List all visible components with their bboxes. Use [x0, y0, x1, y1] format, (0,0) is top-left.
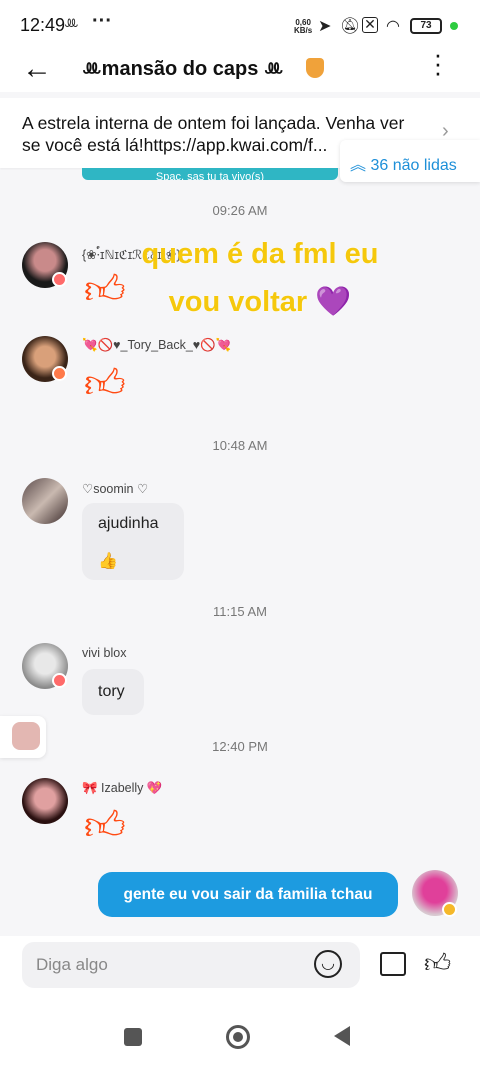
chat-header: ← ꔛmansão do caps ꔛ · · ·	[0, 41, 480, 92]
home-button[interactable]	[226, 1025, 250, 1049]
image-icon[interactable]	[380, 952, 406, 976]
thumbs-up-emoji: 👍	[98, 553, 118, 570]
message-bubble[interactable]: ajudinha 👍	[82, 503, 184, 580]
level-badge-icon	[52, 366, 67, 381]
avatar[interactable]	[22, 778, 68, 824]
status-time: 12:49	[20, 15, 66, 35]
message-bubble[interactable]: tory	[82, 669, 144, 715]
timestamp: 11:15 AM	[213, 604, 267, 619]
thumbs-up-icon: 👍︎	[84, 362, 126, 406]
double-chevron-up-icon: ︽	[350, 157, 367, 174]
kebab-icon[interactable]: · · ·	[428, 41, 448, 85]
battery-icon: 73	[410, 18, 442, 34]
app-notification-icon: ꔛ	[64, 15, 81, 32]
back-button[interactable]	[334, 1026, 350, 1046]
peek-card: Spac, sas tu ta vivo(s)	[82, 168, 338, 180]
level-badge-icon	[52, 272, 67, 287]
status-bar: 12:49 ꔛ ··· 0,60 KB/s ➤ 🔕︎ ✕ ◠ 73	[0, 0, 480, 50]
thumbs-up-outline-icon[interactable]: 👍︎	[424, 948, 451, 979]
timestamp: 10:48 AM	[212, 438, 268, 453]
recents-button[interactable]	[124, 1028, 142, 1046]
level-badge-icon	[442, 902, 457, 917]
shield-icon	[306, 58, 324, 78]
message-input[interactable]: Diga algo	[22, 942, 360, 988]
more-notifications-icon: ···	[92, 10, 112, 32]
unread-pill[interactable]: ︽ 36 não lidas	[340, 140, 480, 182]
level-badge-icon	[52, 673, 67, 688]
charging-dot	[450, 22, 458, 30]
timestamp: 12:40 PM	[212, 739, 268, 754]
sender-name: 🎀 Izabelly 💖	[82, 781, 163, 795]
chat-title: ꔛmansão do caps ꔛ	[82, 58, 284, 80]
sender-name: vivi blox	[82, 646, 127, 660]
video-caption: quem é da fml eu vou voltar 💜	[141, 238, 379, 318]
net-speed: 0,60 KB/s	[294, 18, 313, 35]
thumbs-up-icon: 👍︎	[84, 804, 126, 848]
sender-name: ♡soomin ♡	[82, 482, 149, 496]
arrow-left-icon[interactable]: ←	[22, 52, 52, 86]
wifi-icon: ◠	[386, 18, 400, 35]
sender-name: 💘🚫♥_Tory_Back_♥🚫💘	[82, 338, 232, 352]
sim-icon: ✕	[362, 17, 378, 33]
mute-icon: 🔕︎	[340, 18, 361, 35]
timestamp: 09:26 AM	[212, 203, 268, 218]
system-nav-bar	[0, 1006, 480, 1066]
location-icon: ➤	[318, 18, 332, 35]
emoji-icon[interactable]: ◡	[314, 950, 342, 978]
avatar[interactable]	[22, 478, 68, 524]
my-message-bubble[interactable]: gente eu vou sair da familia tchau	[98, 872, 398, 917]
composer: Diga algo ◡ 👍︎	[0, 936, 480, 1006]
